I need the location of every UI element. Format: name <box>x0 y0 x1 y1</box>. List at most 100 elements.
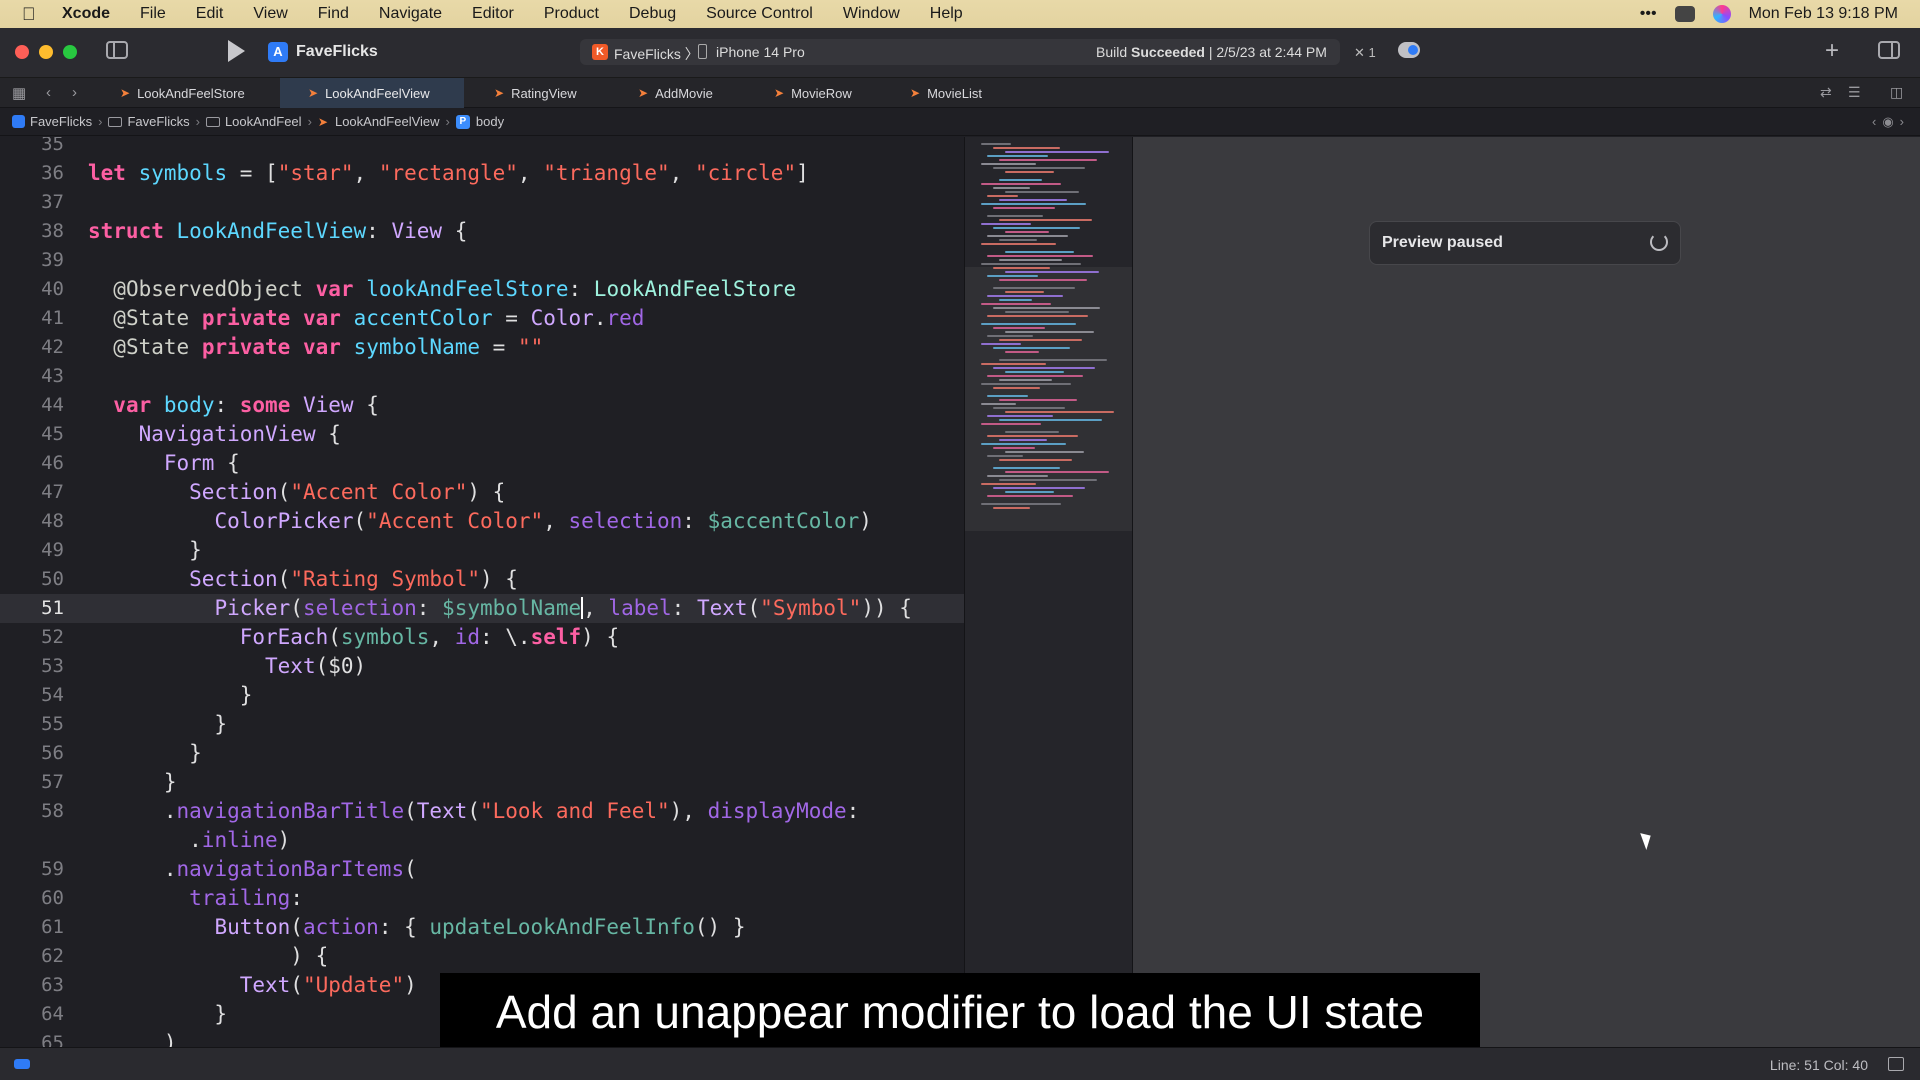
code-text: ColorPicker("Accent Color", selection: $… <box>214 509 872 533</box>
breadcrumb-label: LookAndFeelView <box>334 114 440 129</box>
menu-product[interactable]: Product <box>544 5 599 23</box>
code-line: 59 .navigationBarItems( <box>0 855 964 884</box>
minimap-line <box>981 303 1051 305</box>
minimap-line <box>999 459 1072 461</box>
swift-file-icon: ➤ <box>910 86 921 100</box>
tab-movielist[interactable]: ➤ MovieList <box>910 78 1020 108</box>
apple-menu-icon[interactable]:  <box>22 4 44 25</box>
run-button[interactable] <box>228 40 245 62</box>
line-number: 54 <box>41 684 64 706</box>
minimap-line <box>987 335 1033 337</box>
code-line: 50 Section("Rating Symbol") { <box>0 565 964 594</box>
preview-canvas[interactable]: Preview paused <box>1132 137 1920 1047</box>
debug-area-toggle-icon[interactable] <box>14 1059 30 1069</box>
menu-file[interactable]: File <box>140 5 166 23</box>
tab-lookandfeelview[interactable]: ➤ LookAndFeelView <box>280 78 464 108</box>
minimap-line <box>993 207 1055 209</box>
control-center-icon[interactable] <box>1674 6 1695 22</box>
refresh-arrows-icon[interactable]: ⇄ <box>1820 84 1832 101</box>
code-text: .navigationBarItems( <box>88 857 417 881</box>
breadcrumb-item-group[interactable]: FaveFlicks <box>108 114 190 129</box>
minimap-line <box>993 367 1095 369</box>
code-text: Form { <box>163 451 240 475</box>
menu-help[interactable]: Help <box>930 5 963 23</box>
error-count-badge[interactable]: ✕ 1 <box>1354 45 1376 61</box>
back-chevron-icon[interactable]: ‹ <box>46 84 51 101</box>
menu-navigate[interactable]: Navigate <box>379 5 442 23</box>
text-caret <box>581 597 584 619</box>
menu-find[interactable]: Find <box>318 5 349 23</box>
breadcrumb: FaveFlicks › FaveFlicks › LookAndFeel › … <box>0 108 1920 136</box>
minimap-line <box>987 195 1018 197</box>
tab-movierow[interactable]: ➤ MovieRow <box>774 78 884 108</box>
code-text: trailing: <box>189 886 303 910</box>
breadcrumb-item-symbol[interactable]: Pbody <box>455 114 504 129</box>
code-text: Text("Update") <box>239 973 417 997</box>
add-library-plus-icon[interactable]: + <box>1825 37 1839 65</box>
menu-source-control[interactable]: Source Control <box>706 5 813 23</box>
breadcrumb-separator: › <box>445 114 450 129</box>
minimap-line <box>1005 191 1079 193</box>
minimize-window-button[interactable] <box>39 45 53 59</box>
menu-app-xcode[interactable]: Xcode <box>62 5 110 23</box>
menu-window[interactable]: Window <box>843 5 900 23</box>
editor-options-icon[interactable]: ☰ <box>1848 84 1861 101</box>
menu-debug[interactable]: Debug <box>629 5 676 23</box>
breadcrumb-separator: › <box>307 114 312 129</box>
panel-toggle-icon[interactable] <box>1888 1057 1904 1071</box>
minimap-line <box>999 379 1052 381</box>
minimap-line <box>999 179 1042 181</box>
code-text: .inline) <box>88 828 291 852</box>
code-line: 41 @State private var accentColor = Colo… <box>0 304 964 333</box>
source-editor[interactable]: 35 36 let symbols = ["star", "rectangle",… <box>0 137 964 1047</box>
more-icon[interactable]: ••• <box>1640 5 1657 23</box>
build-status[interactable]: Build Succeeded | 2/5/23 at 2:44 PM <box>1096 44 1327 60</box>
menu-view[interactable]: View <box>253 5 287 23</box>
resume-preview-refresh-icon[interactable] <box>1650 233 1668 251</box>
line-number: 44 <box>41 394 64 416</box>
scheme-selector[interactable]: FaveFlicks 〉 <box>614 44 699 64</box>
menu-edit[interactable]: Edit <box>196 5 224 23</box>
close-window-button[interactable] <box>15 45 29 59</box>
preview-status-text: Preview paused <box>1382 234 1503 251</box>
minimap-line <box>1005 431 1059 433</box>
breadcrumb-label: FaveFlicks <box>30 114 93 129</box>
breadcrumb-item-file[interactable]: ➤ LookAndFeelView <box>318 114 440 129</box>
project-icon <box>12 115 25 128</box>
menubar-clock[interactable]: Mon Feb 13 9:18 PM <box>1749 5 1898 23</box>
zoom-window-button[interactable] <box>63 45 77 59</box>
minimap-line <box>981 503 1061 505</box>
breadcrumb-item-project[interactable]: FaveFlicks <box>12 114 92 129</box>
code-text: Section("Accent Color") { <box>189 480 506 504</box>
code-line: 39 <box>0 246 964 275</box>
minimap-line <box>981 163 1036 165</box>
minimap-line <box>999 439 1047 441</box>
tab-ratingview[interactable]: ➤ RatingView <box>494 78 614 108</box>
add-editor-icon[interactable]: ◫ <box>1890 84 1903 101</box>
tab-addmovie[interactable]: ➤ AddMovie <box>638 78 738 108</box>
tab-lookandfeelstore[interactable]: ➤ LookAndFeelStore <box>104 78 276 108</box>
code-text: NavigationView { <box>138 422 341 446</box>
navigator-toggle-icon[interactable] <box>106 41 128 59</box>
line-number: 46 <box>41 452 64 474</box>
grid-icon[interactable]: ▦ <box>12 84 26 102</box>
code-line: 46 Form { <box>0 449 964 478</box>
run-destination-selector[interactable]: iPhone 14 Pro <box>716 44 805 60</box>
siri-icon[interactable] <box>1712 5 1731 23</box>
minimap-line <box>999 259 1062 261</box>
forward-chevron-icon[interactable]: › <box>72 84 77 101</box>
code-line: 54 } <box>0 681 964 710</box>
window-toolbar: A FaveFlicks K FaveFlicks 〉 iPhone 14 Pr… <box>0 28 1920 78</box>
minimap-line <box>987 435 1078 437</box>
minimap-line <box>1005 251 1074 253</box>
minimap-line <box>981 203 1086 205</box>
breadcrumb-item-folder[interactable]: LookAndFeel <box>205 114 302 129</box>
tab-label: LookAndFeelStore <box>137 85 245 101</box>
minimap[interactable] <box>964 137 1133 1047</box>
breadcrumb-nav-icons[interactable]: ‹◉› <box>1872 114 1910 130</box>
swift-file-icon: ➤ <box>308 86 319 100</box>
cloud-icon[interactable] <box>1398 42 1420 58</box>
code-text: ) { <box>88 944 329 968</box>
inspector-toggle-icon[interactable] <box>1878 41 1900 59</box>
menu-editor[interactable]: Editor <box>472 5 514 23</box>
